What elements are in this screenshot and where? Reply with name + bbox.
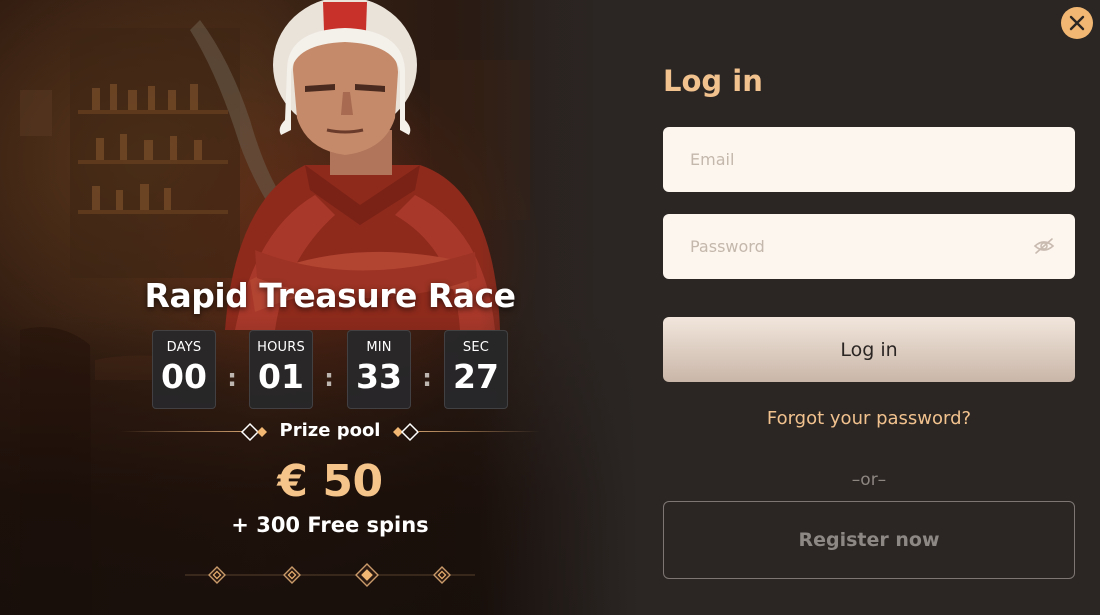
- countdown-hours: HOURS 01: [249, 330, 313, 409]
- countdown-hours-label: HOURS: [257, 340, 305, 355]
- forgot-password-link[interactable]: Forgot your password?: [663, 408, 1075, 429]
- prize-pool-header: Prize pool: [120, 418, 540, 446]
- or-divider-text: –or–: [851, 470, 887, 490]
- pager-dot[interactable]: [433, 566, 451, 584]
- countdown-separator: :: [227, 364, 237, 392]
- email-field: [663, 127, 1075, 192]
- countdown-seconds-label: SEC: [462, 340, 490, 355]
- login-panel: Log in Log in Forgot your password? –or–…: [640, 0, 1100, 615]
- password-input[interactable]: [663, 214, 1075, 279]
- prize-amount: € 50: [277, 456, 383, 507]
- divider-right: [418, 431, 540, 432]
- carousel-pager: [185, 563, 475, 587]
- close-icon: [1069, 15, 1085, 31]
- pager-dot[interactable]: [208, 566, 226, 584]
- login-title: Log in: [663, 64, 763, 98]
- eye-off-icon[interactable]: [1033, 237, 1055, 255]
- countdown-days: DAYS 00: [152, 330, 216, 409]
- close-button[interactable]: [1061, 7, 1093, 39]
- countdown-hours-value: 01: [258, 357, 304, 396]
- countdown-minutes-value: 33: [356, 357, 402, 396]
- countdown-days-value: 00: [161, 357, 207, 396]
- countdown-days-label: DAYS: [166, 340, 202, 355]
- prize-free-spins: + 300 Free spins: [231, 513, 429, 537]
- email-input[interactable]: [663, 127, 1075, 192]
- countdown-minutes: MIN 33: [347, 330, 411, 409]
- countdown-separator: :: [324, 364, 334, 392]
- pager-dot[interactable]: [283, 566, 301, 584]
- countdown-seconds: SEC 27: [444, 330, 508, 409]
- countdown-timer: DAYS 00 : HOURS 01 : MIN 33 : SEC 27: [152, 330, 512, 410]
- register-button[interactable]: Register now: [663, 501, 1075, 579]
- countdown-seconds-value: 27: [453, 357, 499, 396]
- countdown-minutes-label: MIN: [366, 340, 392, 355]
- password-field: [663, 214, 1075, 279]
- countdown-separator: :: [422, 364, 432, 392]
- login-submit-button[interactable]: Log in: [663, 317, 1075, 382]
- promo-panel: Rapid Treasure Race DAYS 00 : HOURS 01 :…: [0, 0, 640, 615]
- race-title: Rapid Treasure Race: [144, 276, 516, 315]
- diamond-icon: [393, 422, 420, 442]
